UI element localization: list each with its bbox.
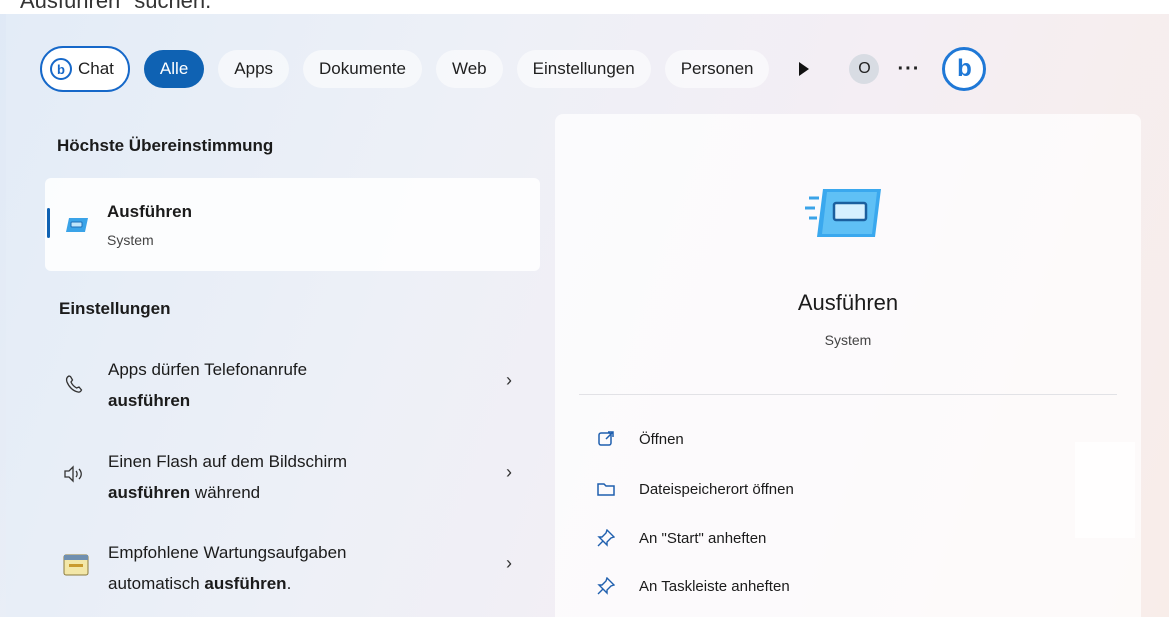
settings-result-phone-calls[interactable]: Apps dürfen Telefonanrufe ausführen › [45, 354, 540, 434]
result-line-1: Einen Flash auf dem Bildschirm [108, 452, 348, 471]
best-match-heading: Höchste Übereinstimmung [57, 136, 274, 155]
tab-documents[interactable]: Dokumente [303, 50, 422, 88]
more-filters-play-icon[interactable] [799, 62, 810, 76]
tab-people[interactable]: Personen [664, 50, 770, 88]
settings-result-label: Einen Flash auf dem Bildschirm ausführen… [108, 446, 347, 508]
detail-pane: Ausführen System Öffnen Dateispeicherort… [555, 114, 1141, 617]
settings-result-label: Apps dürfen Telefonanrufe ausführen [108, 354, 307, 416]
maintenance-icon [63, 553, 89, 582]
filter-bar: b Chat Alle Apps Dokumente Web Einstellu… [40, 44, 987, 94]
result-line-2-rest: während [190, 483, 261, 502]
action-open[interactable]: Öffnen [595, 424, 684, 454]
detail-app-name: Ausführen [797, 290, 899, 315]
avatar-letter: O [858, 60, 871, 77]
pin-icon [595, 529, 617, 547]
tab-apps[interactable]: Apps [218, 50, 290, 88]
action-label: An "Start" anheften [639, 529, 767, 547]
tab-label: Apps [234, 59, 274, 78]
divider [579, 394, 1117, 395]
chat-label: Chat [78, 59, 114, 78]
best-match-sub: System [107, 232, 154, 248]
action-pin-start[interactable]: An "Start" anheften [595, 523, 766, 553]
settings-result-flash-screen[interactable]: Einen Flash auf dem Bildschirm ausführen… [45, 446, 540, 526]
result-line-1: Apps dürfen Telefonanrufe [108, 360, 308, 379]
action-label: Öffnen [639, 430, 684, 448]
action-label: Dateispeicherort öffnen [639, 480, 794, 498]
tab-label: Einstellungen [532, 59, 635, 78]
tab-label: Web [451, 59, 487, 78]
chat-button[interactable]: b Chat [40, 46, 130, 92]
detail-app-sub: System [824, 332, 872, 348]
result-line-2-pre: automatisch [108, 574, 205, 593]
top-text: Ausführen" suchen. [20, 0, 212, 13]
speaker-icon [63, 464, 87, 489]
open-external-icon [595, 430, 617, 448]
result-line-1: Empfohlene Wartungsaufgaben [108, 543, 347, 562]
more-options-button[interactable]: ··· [897, 58, 920, 81]
result-highlight: ausführen [108, 391, 191, 410]
settings-result-label: Empfohlene Wartungsaufgaben automatisch … [108, 537, 346, 599]
chevron-right-icon: › [506, 553, 512, 573]
folder-icon [595, 481, 617, 497]
action-open-file-location[interactable]: Dateispeicherort öffnen [595, 474, 794, 504]
best-match-name: Ausführen [107, 202, 192, 221]
chevron-right-icon: › [506, 462, 512, 482]
tab-settings[interactable]: Einstellungen [516, 50, 651, 88]
run-icon [66, 218, 88, 232]
best-match-result[interactable]: Ausführen System [45, 178, 540, 271]
result-highlight: ausführen [108, 483, 191, 502]
window-top-strip: Ausführen" suchen. [0, 0, 1169, 14]
tab-label: Dokumente [319, 59, 406, 78]
pin-icon [595, 577, 617, 595]
scroll-region [1075, 442, 1135, 538]
tab-label: Personen [680, 59, 754, 78]
settings-result-maintenance[interactable]: Empfohlene Wartungsaufgaben automatisch … [45, 537, 540, 617]
selection-indicator [47, 208, 50, 238]
action-pin-taskbar[interactable]: An Taskleiste anheften [595, 571, 790, 601]
result-line-2-rest: . [286, 574, 292, 593]
phone-icon [65, 374, 83, 399]
action-label: An Taskleiste anheften [639, 577, 790, 595]
bing-chat-icon: b [50, 58, 72, 80]
bing-icon[interactable]: b [942, 47, 987, 91]
result-highlight: ausführen [204, 574, 287, 593]
account-avatar[interactable]: O [849, 54, 880, 84]
bing-letter: b [957, 55, 972, 82]
run-app-icon [805, 189, 881, 237]
tab-label: Alle [159, 59, 189, 78]
tab-web[interactable]: Web [435, 50, 503, 88]
tab-all[interactable]: Alle [143, 50, 205, 88]
settings-heading: Einstellungen [59, 299, 171, 318]
chevron-right-icon: › [506, 370, 512, 390]
